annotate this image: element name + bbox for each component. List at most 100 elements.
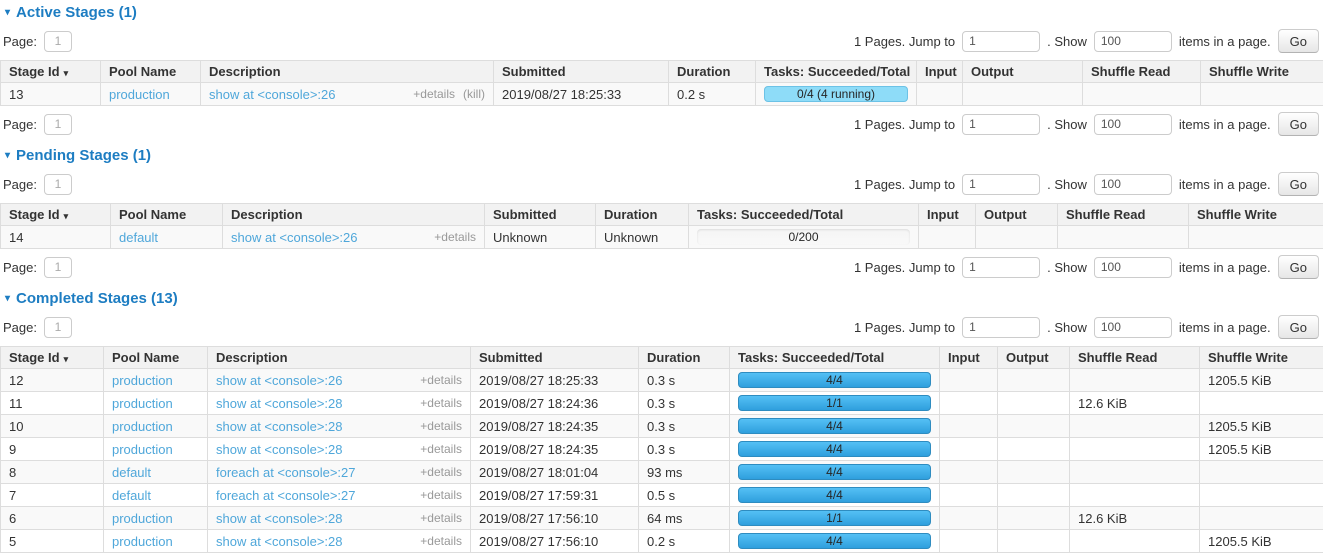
column-header-9[interactable]: Shuffle Write: [1201, 61, 1323, 83]
jump-to-page-input[interactable]: [962, 114, 1040, 135]
pool-name-cell: production: [104, 392, 208, 415]
description-link[interactable]: show at <console>:28: [216, 396, 342, 411]
stage-id-cell: 13: [1, 83, 101, 106]
pool-name-link[interactable]: default: [119, 230, 158, 245]
page-number-input[interactable]: [44, 114, 72, 135]
description-link[interactable]: show at <console>:28: [216, 534, 342, 549]
pool-name-link[interactable]: production: [112, 419, 173, 434]
section-title: Active Stages (1): [16, 4, 137, 21]
items-per-page-input[interactable]: [1094, 317, 1172, 338]
column-header-label: Shuffle Read: [1091, 64, 1170, 79]
jump-to-page-input[interactable]: [962, 317, 1040, 338]
go-button[interactable]: Go: [1278, 315, 1319, 339]
details-toggle[interactable]: +details: [420, 511, 462, 525]
pool-name-cell: production: [101, 83, 201, 106]
go-button[interactable]: Go: [1278, 255, 1319, 279]
column-header-label: Tasks: Succeeded/Total: [697, 207, 843, 222]
pool-name-link[interactable]: default: [112, 488, 151, 503]
tasks-cell: 4/4: [730, 369, 940, 392]
items-per-page-input[interactable]: [1094, 31, 1172, 52]
column-header-2[interactable]: Description: [223, 204, 485, 226]
column-header-label: Description: [216, 350, 288, 365]
description-link[interactable]: show at <console>:28: [216, 511, 342, 526]
details-toggle[interactable]: +details: [420, 534, 462, 548]
details-toggle[interactable]: +details: [420, 419, 462, 433]
details-toggle[interactable]: +details: [420, 373, 462, 387]
shuffle-write-cell: 1205.5 KiB: [1200, 369, 1323, 392]
details-toggle[interactable]: +details: [420, 488, 462, 502]
column-header-7[interactable]: Output: [963, 61, 1083, 83]
go-button[interactable]: Go: [1278, 112, 1319, 136]
go-button[interactable]: Go: [1278, 29, 1319, 53]
details-toggle[interactable]: +details: [420, 396, 462, 410]
page-number-input[interactable]: [44, 257, 72, 278]
column-header-label: Description: [209, 64, 281, 79]
column-header-8[interactable]: Shuffle Read: [1083, 61, 1201, 83]
column-header-4[interactable]: Duration: [669, 61, 756, 83]
items-per-page-input[interactable]: [1094, 257, 1172, 278]
column-header-7[interactable]: Output: [998, 347, 1070, 369]
column-header-1[interactable]: Pool Name: [111, 204, 223, 226]
description-content: show at <console>:26 +details: [231, 230, 476, 245]
pool-name-link[interactable]: production: [112, 511, 173, 526]
jump-to-page-input[interactable]: [962, 257, 1040, 278]
page-number-input[interactable]: [44, 174, 72, 195]
column-header-6[interactable]: Input: [940, 347, 998, 369]
column-header-0[interactable]: Stage Id▾: [1, 347, 104, 369]
go-button[interactable]: Go: [1278, 172, 1319, 196]
column-header-2[interactable]: Description: [208, 347, 471, 369]
column-header-4[interactable]: Duration: [639, 347, 730, 369]
description-link[interactable]: foreach at <console>:27: [216, 488, 356, 503]
items-per-page-input[interactable]: [1094, 114, 1172, 135]
jump-to-page-input[interactable]: [962, 31, 1040, 52]
description-link[interactable]: show at <console>:26: [209, 87, 335, 102]
column-header-1[interactable]: Pool Name: [101, 61, 201, 83]
column-header-5[interactable]: Tasks: Succeeded/Total: [730, 347, 940, 369]
column-header-3[interactable]: Submitted: [471, 347, 639, 369]
column-header-5[interactable]: Tasks: Succeeded/Total: [689, 204, 919, 226]
details-toggle[interactable]: +details: [434, 230, 476, 244]
column-header-6[interactable]: Input: [917, 61, 963, 83]
section-heading-pending-stages[interactable]: ▾Pending Stages (1): [0, 144, 1323, 166]
column-header-6[interactable]: Input: [919, 204, 976, 226]
description-link[interactable]: show at <console>:28: [216, 442, 342, 457]
section-heading-active-stages[interactable]: ▾Active Stages (1): [0, 1, 1323, 23]
pool-name-link[interactable]: production: [112, 442, 173, 457]
column-header-0[interactable]: Stage Id▾: [1, 204, 111, 226]
shuffle-write-cell: [1200, 484, 1323, 507]
details-toggle[interactable]: +details: [413, 87, 455, 101]
pool-name-cell: production: [104, 530, 208, 553]
description-link[interactable]: show at <console>:28: [216, 419, 342, 434]
pool-name-cell: default: [111, 226, 223, 249]
column-header-1[interactable]: Pool Name: [104, 347, 208, 369]
description-link[interactable]: foreach at <console>:27: [216, 465, 356, 480]
column-header-5[interactable]: Tasks: Succeeded/Total: [756, 61, 917, 83]
column-header-3[interactable]: Submitted: [494, 61, 669, 83]
column-header-0[interactable]: Stage Id▾: [1, 61, 101, 83]
column-header-9[interactable]: Shuffle Write: [1200, 347, 1323, 369]
column-header-3[interactable]: Submitted: [485, 204, 596, 226]
page-number-input[interactable]: [44, 317, 72, 338]
items-per-page-input[interactable]: [1094, 174, 1172, 195]
pool-name-link[interactable]: production: [112, 534, 173, 549]
column-header-7[interactable]: Output: [976, 204, 1058, 226]
pagination-bottom-pending-stages: Page:1 Pages. Jump to. Showitems in a pa…: [0, 249, 1323, 286]
column-header-8[interactable]: Shuffle Read: [1058, 204, 1189, 226]
pool-name-link[interactable]: default: [112, 465, 151, 480]
details-toggle[interactable]: +details: [420, 442, 462, 456]
description-link[interactable]: show at <console>:26: [216, 373, 342, 388]
description-link[interactable]: show at <console>:26: [231, 230, 357, 245]
details-toggle[interactable]: +details: [420, 465, 462, 479]
pool-name-link[interactable]: production: [109, 87, 170, 102]
pool-name-link[interactable]: production: [112, 396, 173, 411]
column-header-9[interactable]: Shuffle Write: [1189, 204, 1323, 226]
column-header-4[interactable]: Duration: [596, 204, 689, 226]
page-number-input[interactable]: [44, 31, 72, 52]
jump-to-page-input[interactable]: [962, 174, 1040, 195]
column-header-8[interactable]: Shuffle Read: [1070, 347, 1200, 369]
section-heading-completed-stages[interactable]: ▾Completed Stages (13): [0, 287, 1323, 309]
page-label: Page:: [3, 34, 37, 49]
pool-name-link[interactable]: production: [112, 373, 173, 388]
kill-link[interactable]: (kill): [463, 87, 485, 101]
column-header-2[interactable]: Description: [201, 61, 494, 83]
